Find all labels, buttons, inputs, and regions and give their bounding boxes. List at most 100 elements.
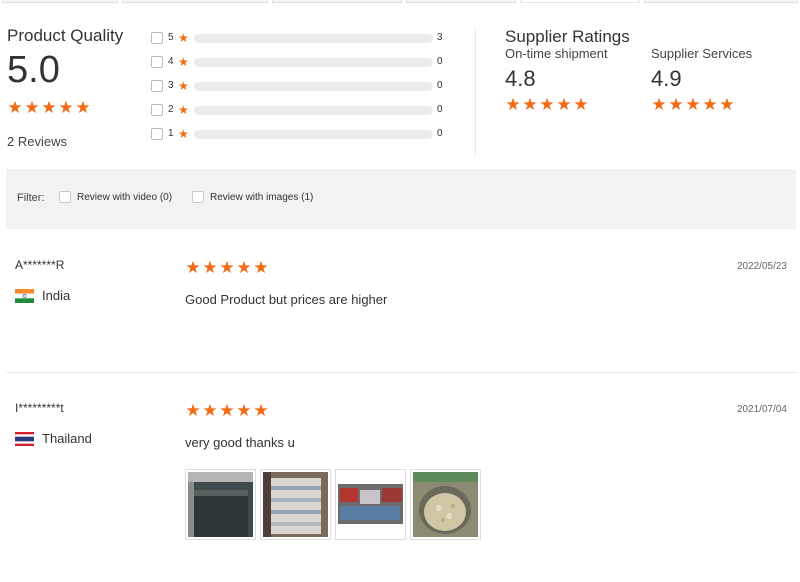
star-icon: ★ xyxy=(41,98,57,117)
supplier-services-score: 4.9 xyxy=(651,66,682,91)
star-icon: ★ xyxy=(668,95,684,114)
star-icon: ★ xyxy=(178,55,189,69)
tab-1[interactable] xyxy=(2,0,118,3)
rating-1-checkbox[interactable] xyxy=(151,128,163,140)
reviewer-country: Thailand xyxy=(15,431,92,446)
on-time-shipment-rating: On-time shipment 4.8 ★ ★ ★ ★ ★ xyxy=(505,46,608,113)
filter-images-checkbox[interactable] xyxy=(192,191,204,203)
review-text: Good Product but prices are higher xyxy=(185,292,388,307)
tab-3[interactable] xyxy=(272,0,402,3)
review-stars: ★ ★ ★ ★ ★ xyxy=(185,401,269,420)
star-icon: ★ xyxy=(236,401,252,420)
section-divider xyxy=(475,28,476,156)
filter-images-label: Review with images (1) xyxy=(210,191,314,203)
rating-count: 0 xyxy=(437,80,443,91)
review-image-thumbnail[interactable] xyxy=(410,469,481,540)
india-flag-icon xyxy=(15,288,34,303)
star-icon: ★ xyxy=(539,95,555,114)
star-icon: ★ xyxy=(219,401,235,420)
filter-images-option[interactable]: Review with images (1) xyxy=(192,191,313,203)
rating-row-2[interactable]: 2 ★ 0 xyxy=(150,103,450,117)
star-icon: ★ xyxy=(178,79,189,93)
rating-row-3[interactable]: 3 ★ 0 xyxy=(150,79,450,93)
star-icon: ★ xyxy=(185,401,201,420)
review-count: 2 Reviews xyxy=(7,134,67,149)
rating-row-4[interactable]: 4 ★ 0 xyxy=(150,55,450,69)
reviewer-country: India xyxy=(15,288,70,303)
filter-label: Filter: xyxy=(17,192,45,204)
rating-bar-track xyxy=(194,58,433,67)
thailand-flag-icon xyxy=(15,431,34,446)
review-image-thumbnail[interactable] xyxy=(185,469,256,540)
star-icon: ★ xyxy=(75,98,91,117)
star-icon: ★ xyxy=(178,127,189,141)
tab-2[interactable] xyxy=(122,0,268,3)
product-quality-title: Product Quality xyxy=(7,26,124,45)
star-icon: ★ xyxy=(685,95,701,114)
rating-count: 3 xyxy=(437,32,443,43)
review-images xyxy=(185,469,481,540)
rating-row-5[interactable]: 5 ★ 3 xyxy=(150,31,450,45)
review-stars: ★ ★ ★ ★ ★ xyxy=(185,258,269,277)
rating-level: 2 xyxy=(168,104,174,115)
star-icon: ★ xyxy=(719,95,735,114)
review-date: 2021/07/04 xyxy=(736,404,787,415)
country-name: India xyxy=(42,288,71,303)
tab-6[interactable] xyxy=(644,0,798,3)
star-icon: ★ xyxy=(573,95,589,114)
review-image-thumbnail[interactable] xyxy=(260,469,331,540)
review-text: very good thanks u xyxy=(185,435,295,450)
rating-bar-track xyxy=(194,106,433,115)
rating-count: 0 xyxy=(437,56,443,67)
star-icon: ★ xyxy=(7,98,23,117)
filter-video-checkbox[interactable] xyxy=(59,191,71,203)
tab-reviews-active[interactable] xyxy=(520,0,640,3)
star-icon: ★ xyxy=(253,401,269,420)
tab-4[interactable] xyxy=(406,0,516,3)
review-divider xyxy=(6,372,796,373)
star-icon: ★ xyxy=(202,401,218,420)
rating-bar-track xyxy=(194,82,433,91)
rating-4-checkbox[interactable] xyxy=(151,56,163,68)
star-icon: ★ xyxy=(505,95,521,114)
product-quality-score: 5.0 xyxy=(7,49,60,91)
filter-bar: Filter: Review with video (0) Review wit… xyxy=(6,169,796,229)
star-icon: ★ xyxy=(556,95,572,114)
filter-video-option[interactable]: Review with video (0) xyxy=(59,191,172,203)
reviewer-name: I*********t xyxy=(15,401,64,415)
star-icon: ★ xyxy=(178,31,189,45)
product-quality-stars: ★ ★ ★ ★ ★ xyxy=(7,98,91,117)
star-icon: ★ xyxy=(185,258,201,277)
rating-count: 0 xyxy=(437,128,443,139)
star-icon: ★ xyxy=(236,258,252,277)
star-icon: ★ xyxy=(651,95,667,114)
rating-bar-track xyxy=(194,130,433,139)
star-icon: ★ xyxy=(202,258,218,277)
star-icon: ★ xyxy=(702,95,718,114)
rating-3-checkbox[interactable] xyxy=(151,80,163,92)
rating-level: 1 xyxy=(168,128,174,139)
rating-5-checkbox[interactable] xyxy=(151,32,163,44)
star-icon: ★ xyxy=(24,98,40,117)
rating-level: 5 xyxy=(168,32,174,43)
tab-strip-fragment xyxy=(0,0,800,3)
star-icon: ★ xyxy=(253,258,269,277)
star-icon: ★ xyxy=(219,258,235,277)
star-icon: ★ xyxy=(58,98,74,117)
star-icon: ★ xyxy=(178,103,189,117)
supplier-services-label: Supplier Services xyxy=(651,46,753,61)
filter-video-label: Review with video (0) xyxy=(77,191,173,203)
review-date: 2022/05/23 xyxy=(736,261,787,272)
country-name: Thailand xyxy=(42,431,92,446)
supplier-services-stars: ★ ★ ★ ★ ★ xyxy=(651,95,752,114)
review-image-thumbnail[interactable] xyxy=(335,469,406,540)
on-time-shipment-stars: ★ ★ ★ ★ ★ xyxy=(505,95,608,114)
rating-row-1[interactable]: 1 ★ 0 xyxy=(150,127,450,141)
on-time-shipment-label: On-time shipment xyxy=(505,46,608,61)
rating-level: 3 xyxy=(168,80,174,91)
rating-bar-track xyxy=(194,34,433,43)
supplier-ratings-title: Supplier Ratings xyxy=(505,27,630,46)
rating-2-checkbox[interactable] xyxy=(151,104,163,116)
reviewer-name: A*******R xyxy=(15,258,65,272)
rating-count: 0 xyxy=(437,104,443,115)
